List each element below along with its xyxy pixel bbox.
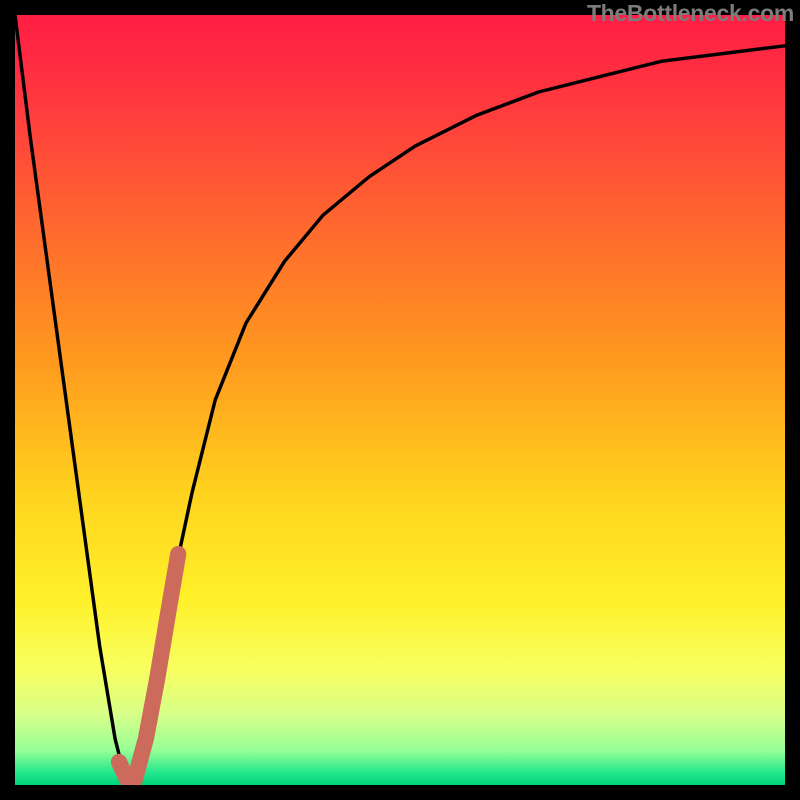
- highlight-segment: [119, 554, 178, 781]
- chart-frame: TheBottleneck.com: [0, 0, 800, 800]
- watermark-text: TheBottleneck.com: [587, 0, 794, 27]
- plot-area: [15, 15, 785, 785]
- bottleneck-curve: [15, 15, 785, 785]
- curve-layer: [15, 15, 785, 785]
